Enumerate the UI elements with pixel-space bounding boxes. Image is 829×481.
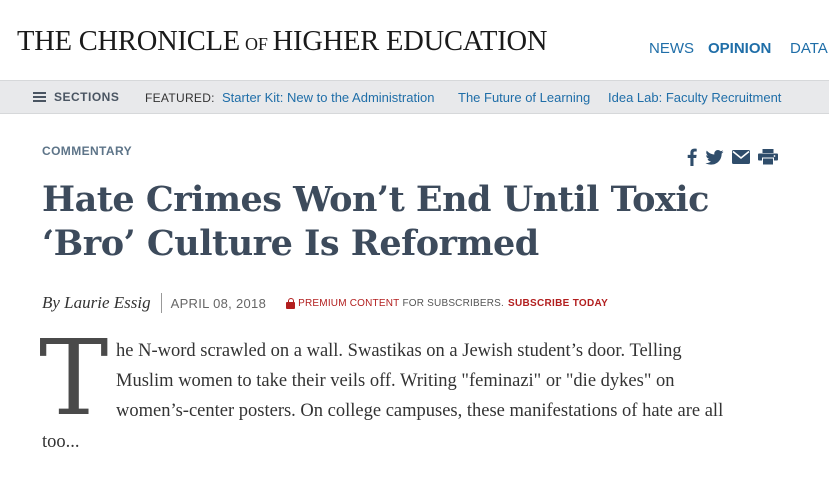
byline-divider bbox=[160, 293, 162, 313]
excerpt-line: he N-word scrawled on a wall. Swastikas … bbox=[116, 341, 682, 361]
sections-menu-button[interactable]: SECTIONS bbox=[33, 90, 119, 104]
sections-label: SECTIONS bbox=[54, 90, 120, 104]
drop-cap: T bbox=[39, 317, 109, 439]
nav-opinion[interactable]: OPINION bbox=[708, 40, 771, 57]
site-logo[interactable]: THE CHRONICLE OF HIGHER EDUCATION bbox=[17, 26, 547, 58]
print-icon[interactable] bbox=[758, 149, 778, 170]
lock-icon bbox=[286, 297, 296, 309]
logo-text-1: THE CHRONICLE bbox=[17, 26, 241, 57]
hamburger-icon bbox=[33, 91, 46, 103]
featured-link-idea-lab[interactable]: Idea Lab: Faculty Recruitment bbox=[608, 90, 781, 105]
logo-text-of: OF bbox=[245, 34, 268, 54]
email-icon[interactable] bbox=[732, 150, 750, 169]
premium-notice: PREMIUM CONTENT FOR SUBSCRIBERS. SUBSCRI… bbox=[286, 297, 608, 309]
excerpt-line: Muslim women to take their veils off. Wr… bbox=[116, 371, 675, 391]
share-tools bbox=[687, 148, 778, 171]
publish-date: APRIL 08, 2018 bbox=[170, 295, 267, 311]
featured-label: FEATURED: bbox=[145, 91, 215, 105]
subscribe-link[interactable]: SUBSCRIBE TODAY bbox=[508, 298, 608, 309]
byline: By Laurie Essig APRIL 08, 2018 PREMIUM C… bbox=[42, 292, 608, 314]
facebook-icon[interactable] bbox=[687, 148, 697, 171]
excerpt-line: women’s-center posters. On college campu… bbox=[116, 401, 724, 421]
premium-note: FOR SUBSCRIBERS. bbox=[402, 297, 505, 309]
twitter-icon[interactable] bbox=[705, 149, 724, 170]
sections-bar: SECTIONS FEATURED: Starter Kit: New to t… bbox=[0, 80, 829, 114]
excerpt-line: too... bbox=[42, 432, 80, 452]
nav-news[interactable]: NEWS bbox=[649, 40, 694, 57]
author-byline[interactable]: By Laurie Essig bbox=[42, 293, 151, 313]
article-kicker[interactable]: COMMENTARY bbox=[42, 144, 132, 158]
logo-text-2: HIGHER EDUCATION bbox=[272, 26, 548, 57]
featured-link-future-learning[interactable]: The Future of Learning bbox=[458, 90, 590, 105]
featured-link-starter-kit[interactable]: Starter Kit: New to the Administration bbox=[222, 90, 434, 105]
premium-label: PREMIUM CONTENT bbox=[298, 297, 400, 309]
masthead: THE CHRONICLE OF HIGHER EDUCATION NEWS OPI… bbox=[0, 0, 829, 80]
nav-data[interactable]: DATA bbox=[790, 40, 828, 57]
article-headline: Hate Crimes Won’t End Until Toxic ‘Bro’ … bbox=[42, 179, 709, 264]
